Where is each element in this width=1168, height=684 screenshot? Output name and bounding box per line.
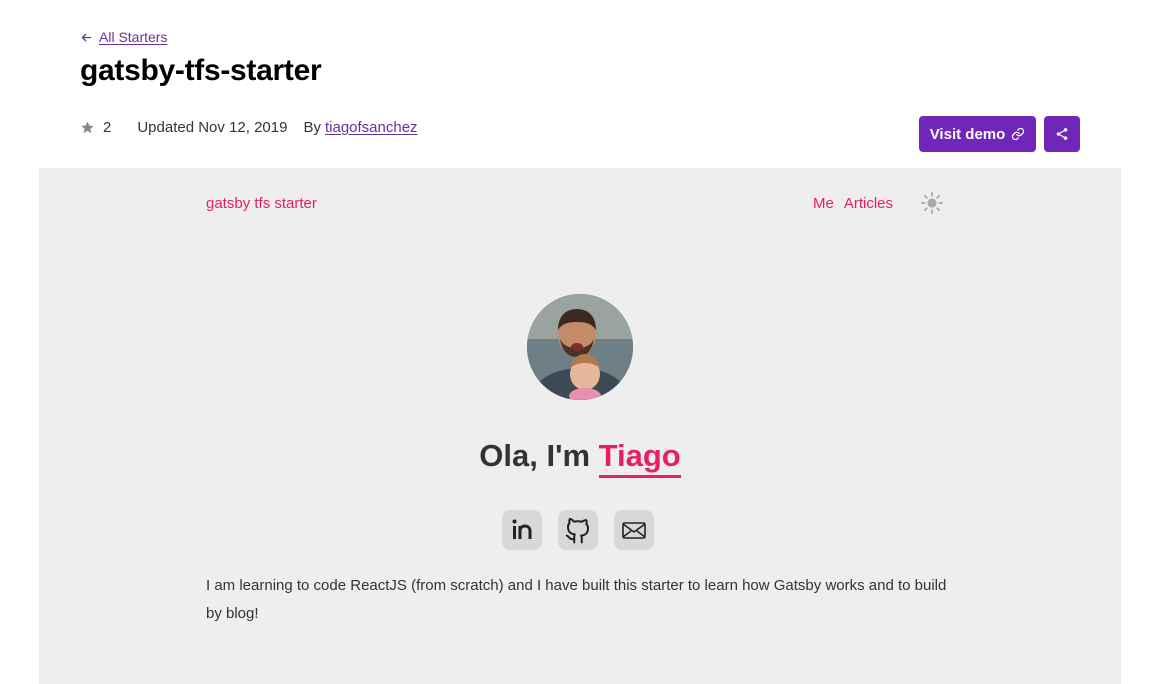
preview-bio: I am learning to code ReactJS (from scra… [206,577,947,622]
preview-brand: gatsby tfs starter [206,195,317,212]
share-button[interactable] [1044,116,1080,152]
star-icon [81,121,94,134]
back-link-label: All Starters [99,29,168,45]
share-icon [1056,128,1068,140]
star-count: 2 [103,119,112,136]
updated-date: Updated Nov 12, 2019 [137,119,288,136]
back-to-starters-link[interactable]: All Starters [80,29,167,45]
arrow-left-icon [81,33,92,41]
avatar [527,294,633,400]
page-title: gatsby-tfs-starter [80,54,322,87]
mail-icon [622,522,646,539]
by-label: By [303,119,321,136]
greeting-prefix: Ola, I'm [479,438,599,473]
github-link[interactable] [558,510,598,550]
author-link[interactable]: tiagofsanchez [325,119,418,136]
preview-nav-me: Me [813,195,834,212]
visit-demo-label: Visit demo [929,125,1006,143]
preview-nav-articles: Articles [843,195,894,212]
greeting-heading: Ola, I'm Tiago [39,438,1121,478]
starter-meta: 2 Updated Nov 12, 2019 By tiagofsanchez [80,119,418,136]
starter-preview-screenshot: gatsby tfs starter Me Articles Ola, I'm … [39,168,1121,684]
github-icon [565,517,589,544]
email-link[interactable] [614,510,654,550]
preview-nav: Me Articles [813,195,893,212]
greeting-name: Tiago [598,438,681,478]
visit-demo-button[interactable]: Visit demo [919,116,1036,152]
linkedin-icon [512,519,532,539]
sun-icon [921,192,943,214]
linkedin-link[interactable] [502,510,542,550]
link-icon [1012,127,1025,141]
social-links [502,510,654,550]
